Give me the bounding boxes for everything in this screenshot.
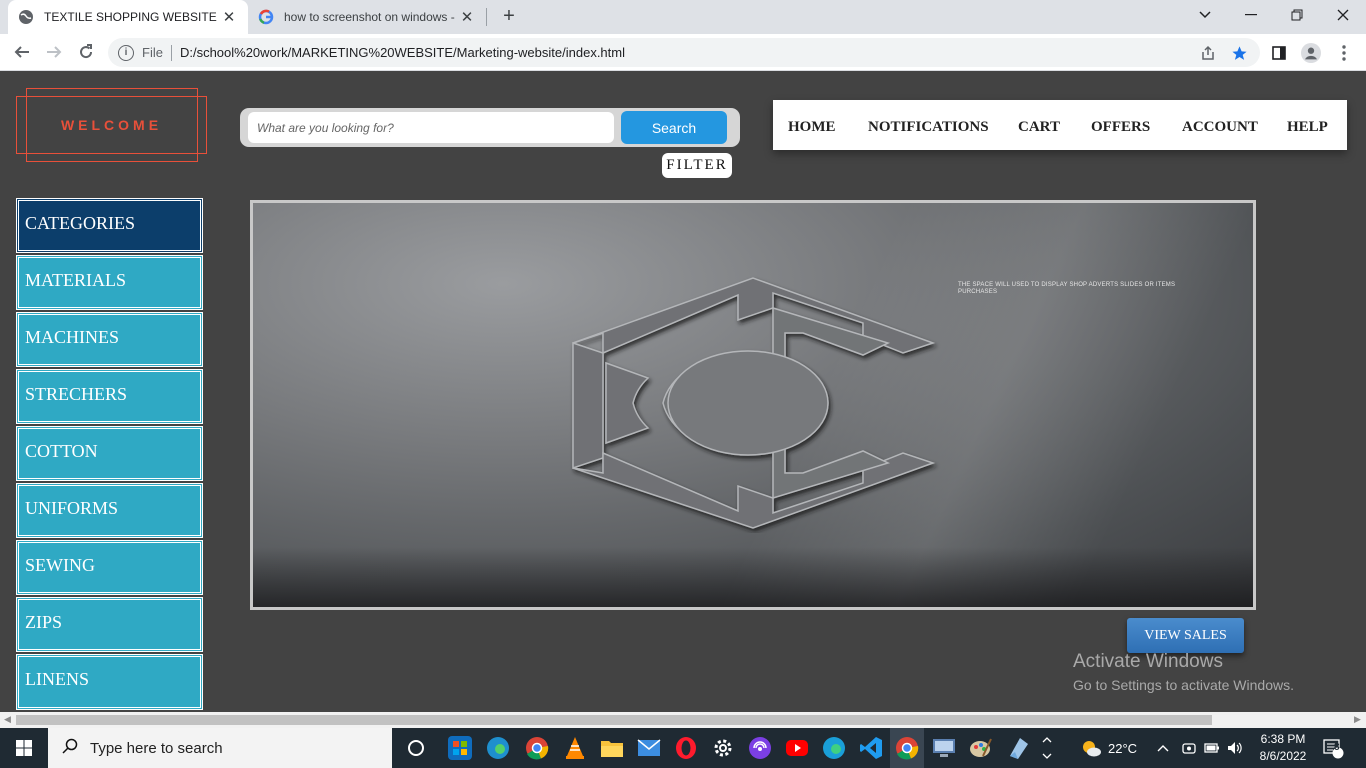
google-icon — [258, 9, 274, 25]
tab-title: TEXTILE SHOPPING WEBSITE — [44, 10, 217, 24]
address-divider — [170, 44, 172, 61]
battery-icon[interactable] — [1204, 728, 1220, 768]
opera-icon[interactable] — [674, 736, 698, 760]
settings-icon[interactable] — [711, 736, 735, 760]
nav-home[interactable]: HOME — [788, 100, 836, 150]
globe-icon — [18, 9, 34, 25]
reload-icon[interactable] — [74, 40, 98, 64]
restore-icon[interactable] — [1274, 0, 1320, 30]
notification-center-icon[interactable]: 8 — [1322, 728, 1344, 768]
search-input[interactable] — [248, 112, 614, 143]
advert-banner: THE SPACE WILL USED TO DISPLAY SHOP ADVE… — [250, 200, 1256, 610]
taskbar-clock[interactable]: 6:38 PM 8/6/2022 — [1252, 731, 1314, 765]
side-panel-icon[interactable] — [1269, 43, 1289, 63]
tab-textile-shopping[interactable]: TEXTILE SHOPPING WEBSITE ✕ — [8, 0, 248, 34]
edge-icon[interactable] — [486, 736, 510, 760]
nav-notifications[interactable]: NOTIFICATIONS — [868, 100, 989, 150]
weather-icon — [1080, 739, 1102, 757]
search-icon — [62, 738, 78, 759]
clock-date: 8/6/2022 — [1259, 749, 1307, 763]
info-icon[interactable]: i — [118, 44, 134, 61]
bookmark-star-icon[interactable] — [1229, 43, 1249, 63]
horizontal-scrollbar[interactable]: ◀ ▶ — [0, 712, 1366, 728]
weather-widget[interactable]: 22°C — [1080, 728, 1137, 768]
notes-icon[interactable] — [1006, 736, 1030, 760]
banner-caption: THE SPACE WILL USED TO DISPLAY SHOP ADVE… — [958, 282, 1176, 295]
forward-arrow-icon[interactable] — [42, 40, 66, 64]
categories-header: CATEGORIES — [16, 198, 203, 253]
show-hidden-chevron-icon[interactable] — [1042, 728, 1052, 768]
category-sewing[interactable]: SEWING — [16, 540, 203, 595]
tab-title: how to screenshot on windows - — [284, 10, 455, 24]
view-sales-button[interactable]: VIEW SALES — [1127, 618, 1244, 653]
tab-search-chevron-icon[interactable] — [1182, 0, 1228, 30]
category-machines[interactable]: MACHINES — [16, 312, 203, 367]
profile-avatar-icon[interactable] — [1301, 43, 1321, 63]
tab-how-to-screenshot[interactable]: how to screenshot on windows - ✕ — [248, 0, 486, 34]
activate-title: Activate Windows — [1073, 651, 1223, 672]
vlc-icon[interactable] — [563, 736, 587, 760]
category-cotton[interactable]: COTTON — [16, 426, 203, 481]
scroll-right-arrow-icon[interactable]: ▶ — [1354, 714, 1361, 725]
embossed-logo-image — [572, 277, 936, 529]
new-tab-button[interactable]: + — [498, 5, 520, 27]
scroll-left-arrow-icon[interactable]: ◀ — [4, 714, 11, 725]
nav-cart[interactable]: CART — [1018, 100, 1060, 150]
close-tab-icon[interactable]: ✕ — [220, 8, 238, 26]
taskbar-search-placeholder: Type here to search — [90, 739, 223, 757]
address-url: D:/school%20work/MARKETING%20WEBSITE/Mar… — [179, 45, 625, 60]
activate-windows-watermark: Activate Windows Go to Settings to activ… — [1073, 651, 1294, 693]
windows-start-icon[interactable] — [0, 728, 48, 768]
chrome-icon[interactable] — [525, 736, 549, 760]
browser-tabstrip: TEXTILE SHOPPING WEBSITE ✕ how to screen… — [0, 0, 1366, 34]
paint-icon[interactable] — [969, 736, 993, 760]
back-arrow-icon[interactable] — [10, 40, 34, 64]
search-bar: Search — [240, 108, 740, 147]
close-window-icon[interactable] — [1320, 0, 1366, 30]
browser-toolbar: i File D:/school%20work/MARKETING%20WEBS… — [0, 34, 1366, 71]
filter-button[interactable]: FILTER — [662, 153, 732, 178]
address-scheme: File — [142, 45, 163, 60]
category-linens[interactable]: LINENS — [16, 654, 203, 710]
category-strechers[interactable]: STRECHERS — [16, 369, 203, 424]
notification-count: 8 — [1334, 742, 1340, 753]
youtube-icon[interactable] — [785, 736, 809, 760]
tray-chevron-up-icon[interactable] — [1157, 728, 1169, 768]
task-view-icon[interactable] — [404, 736, 428, 760]
minimize-icon[interactable] — [1228, 0, 1274, 30]
tray-security-icon[interactable] — [1182, 728, 1196, 768]
vscode-icon[interactable] — [859, 736, 883, 760]
chrome-active-icon[interactable] — [890, 728, 924, 768]
clock-time: 6:38 PM — [1260, 732, 1306, 746]
address-bar[interactable]: i File D:/school%20work/MARKETING%20WEBS… — [108, 38, 1260, 67]
share-icon[interactable] — [1198, 43, 1218, 63]
activate-subtitle: Go to Settings to activate Windows. — [1073, 677, 1294, 693]
taskbar-search[interactable]: Type here to search — [48, 728, 392, 768]
category-materials[interactable]: MATERIALS — [16, 255, 203, 310]
search-button[interactable]: Search — [621, 111, 727, 144]
podcast-icon[interactable] — [748, 736, 772, 760]
weather-temperature: 22°C — [1108, 740, 1138, 756]
nav-account[interactable]: ACCOUNT — [1182, 100, 1258, 150]
mail-icon[interactable] — [637, 736, 661, 760]
remote-desktop-icon[interactable] — [932, 736, 956, 760]
tab-separator — [486, 8, 487, 26]
edge-beta-icon[interactable] — [822, 736, 846, 760]
windows-taskbar: Type here to search 22°C 6:38 PM 8/6/202… — [0, 728, 1366, 768]
scrollbar-thumb[interactable] — [16, 715, 1212, 725]
microsoft-store-icon[interactable] — [448, 736, 472, 760]
volume-icon[interactable] — [1227, 728, 1243, 768]
nav-help[interactable]: HELP — [1287, 100, 1328, 150]
category-uniforms[interactable]: UNIFORMS — [16, 483, 203, 538]
category-zips[interactable]: ZIPS — [16, 597, 203, 652]
file-explorer-icon[interactable] — [600, 736, 624, 760]
main-nav: HOME NOTIFICATIONS CART OFFERS ACCOUNT H… — [773, 100, 1347, 150]
nav-offers[interactable]: OFFERS — [1091, 100, 1150, 150]
close-tab-icon[interactable]: ✕ — [458, 8, 476, 26]
menu-kebab-icon[interactable] — [1334, 43, 1354, 63]
welcome-logo: WELCOME — [60, 117, 163, 133]
